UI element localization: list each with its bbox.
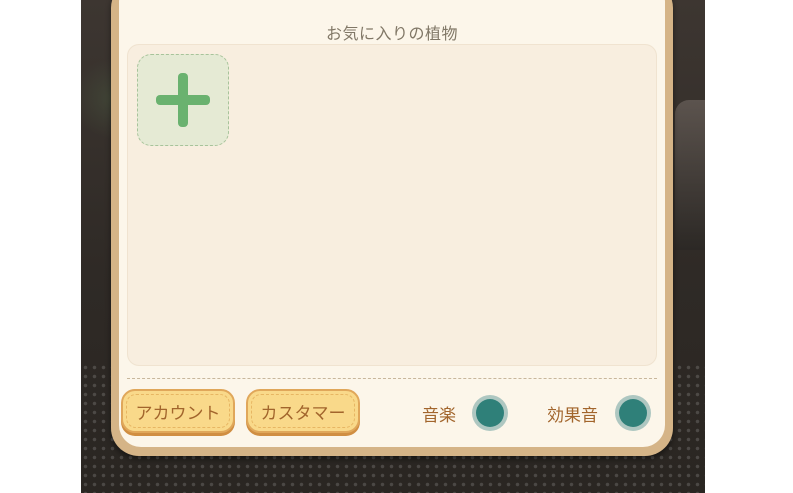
customer-button[interactable]: カスタマー [246,389,360,433]
settings-panel: お気に入りの植物 アカウント カスタマー 音楽 効果音 [111,0,673,456]
sound-effects-label: 効果音 [547,406,598,426]
background-character [675,100,705,250]
account-button[interactable]: アカウント [121,389,235,433]
plus-icon [156,73,210,127]
customer-button-label: カスタマー [251,394,355,428]
music-toggle[interactable] [476,399,504,427]
settings-panel-body: お気に入りの植物 アカウント カスタマー 音楽 効果音 [119,0,665,447]
account-button-label: アカウント [126,394,230,428]
section-divider [127,378,657,379]
add-favorite-plant-button[interactable] [137,54,229,146]
favorites-title: お気に入りの植物 [325,24,458,43]
favorite-plants-list [127,44,657,366]
music-label: 音楽 [422,406,456,426]
sound-effects-toggle[interactable] [619,399,647,427]
